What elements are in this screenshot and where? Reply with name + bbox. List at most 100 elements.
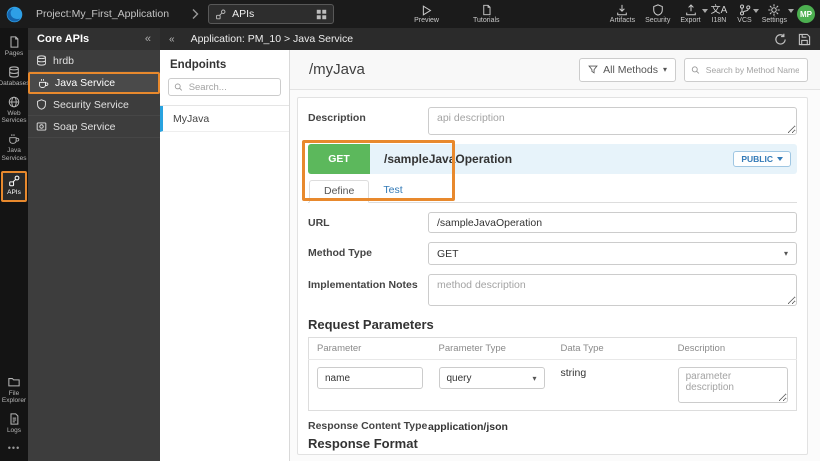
column-header-description: Description <box>669 337 797 360</box>
service-toolbar: /myJava All Methods ▾ <box>290 50 820 90</box>
shield-icon <box>652 4 663 16</box>
settings-button[interactable]: Settings <box>761 4 794 24</box>
api-icon <box>216 9 226 19</box>
url-row: URL <box>308 212 797 233</box>
apis-tab-label: APIs <box>232 8 255 20</box>
operation-path: /sampleJavaOperation <box>384 152 513 166</box>
preview-label: Preview <box>414 16 439 24</box>
sidebar-item-pages[interactable]: Pages <box>1 36 27 58</box>
collapse-panel-icon[interactable]: « <box>169 34 175 45</box>
method-type-row: Method Type GET ▾ <box>308 242 797 265</box>
search-icon <box>174 83 183 91</box>
security-button[interactable]: Security <box>645 4 670 24</box>
implementation-notes-textarea[interactable] <box>428 274 797 306</box>
collapse-panel-icon[interactable]: « <box>145 33 151 45</box>
artifacts-button[interactable]: Artifacts <box>610 4 635 24</box>
chevron-down-icon <box>752 9 759 13</box>
core-apis-header: Core APIs « <box>28 28 160 50</box>
main-content: /myJava All Methods ▾ Description <box>290 50 820 461</box>
operation-header-row[interactable]: GET /sampleJavaOperation PUBLIC <box>308 144 797 174</box>
export-button[interactable]: Export <box>680 4 708 24</box>
url-input[interactable] <box>428 212 797 233</box>
endpoints-search-box <box>168 78 281 96</box>
sidebar-item-web-services[interactable]: Web Services <box>1 96 27 126</box>
core-apis-panel: Core APIs « hrdb Java Service Security S… <box>28 28 160 461</box>
endpoint-list: MyJava <box>160 105 289 132</box>
service-detail-card: Description GET /sampleJavaOperation PUB… <box>297 97 808 455</box>
tab-define[interactable]: Define <box>309 180 370 203</box>
tutorials-button[interactable]: Tutorials <box>473 4 500 24</box>
sidebar-item-logs[interactable]: Logs <box>1 413 27 435</box>
column-header-data-type: Data Type <box>552 337 670 360</box>
table-row: query ▾ string <box>309 360 797 411</box>
vcs-button[interactable]: VCS <box>737 4 759 24</box>
grid-icon[interactable] <box>316 9 327 20</box>
parameter-name-input[interactable] <box>317 367 423 389</box>
breadcrumb: Application: PM_10 > Java Service <box>190 33 354 45</box>
core-api-item-soap-service[interactable]: Soap Service <box>28 116 160 138</box>
description-row: Description <box>308 107 797 135</box>
application-bar: « Application: PM_10 > Java Service <box>160 28 820 50</box>
user-avatar[interactable]: MP <box>797 5 815 23</box>
tab-test[interactable]: Test <box>369 180 416 202</box>
operation-tabs: Define Test <box>308 180 797 203</box>
response-content-type-row: Response Content Type application/json <box>308 420 797 433</box>
sidebar-item-databases[interactable]: Databases <box>0 66 30 88</box>
export-label: Export <box>680 17 701 24</box>
database-icon <box>37 55 46 66</box>
project-name[interactable]: Project:My_First_Application <box>36 8 169 20</box>
save-icon[interactable] <box>798 33 811 46</box>
endpoints-search-input[interactable] <box>186 80 275 94</box>
chevron-down-icon <box>788 9 794 13</box>
description-textarea[interactable] <box>428 107 797 135</box>
response-content-type-label: Response Content Type <box>308 420 428 432</box>
methods-filter-dropdown[interactable]: All Methods ▾ <box>579 57 676 82</box>
page-icon <box>10 36 19 48</box>
parameter-type-select[interactable]: query ▾ <box>438 367 545 389</box>
method-search-input[interactable] <box>703 63 801 76</box>
sidebar-item-apis[interactable]: APIs <box>1 170 27 202</box>
coffee-icon <box>9 134 20 144</box>
coffee-icon <box>39 78 49 88</box>
sidebar-item-java-services[interactable]: Java Services <box>1 133 27 163</box>
core-api-item-java-service[interactable]: Java Service <box>28 72 160 94</box>
core-api-item-hrdb[interactable]: hrdb <box>28 50 160 72</box>
i18n-button[interactable]: 文A I18N <box>711 5 728 24</box>
preview-button[interactable]: Preview <box>414 4 439 24</box>
vcs-label: VCS <box>737 17 752 24</box>
apis-workspace-tab[interactable]: APIs <box>208 4 335 24</box>
log-file-icon <box>10 413 19 425</box>
description-label: Description <box>308 112 366 124</box>
request-parameters-title: Request Parameters <box>308 317 434 332</box>
gear-icon <box>768 4 781 16</box>
funnel-icon <box>588 65 598 74</box>
api-icon <box>9 175 20 187</box>
endpoints-panel: Endpoints MyJava <box>160 50 290 461</box>
method-type-label: Method Type <box>308 247 372 259</box>
brand-logo[interactable] <box>0 6 28 23</box>
service-path-title: /myJava <box>309 61 365 78</box>
chevron-down-icon: ▾ <box>532 373 537 383</box>
chevron-down-icon: ▾ <box>783 249 788 258</box>
method-type-select[interactable]: GET ▾ <box>428 242 797 265</box>
endpoint-item-myjava[interactable]: MyJava <box>160 106 289 132</box>
security-label: Security <box>645 17 671 24</box>
sidebar-item-file-explorer[interactable]: File Explorer <box>1 376 27 406</box>
tutorials-label: Tutorials <box>472 17 500 24</box>
artifacts-label: Artifacts <box>609 17 636 24</box>
refresh-icon[interactable] <box>774 33 787 46</box>
settings-label: Settings <box>761 17 787 24</box>
folder-icon <box>8 377 20 386</box>
topbar-right-actions: Artifacts Security Export 文A I18N VCS Se… <box>610 4 820 24</box>
request-parameters-table: Parameter Parameter Type Data Type Descr… <box>308 337 797 411</box>
parameter-description-textarea[interactable] <box>677 367 788 403</box>
download-tray-icon <box>617 4 628 16</box>
method-badge: GET <box>308 144 370 174</box>
play-icon <box>422 4 432 16</box>
core-api-item-security-service[interactable]: Security Service <box>28 94 160 116</box>
i18n-label: I18N <box>711 16 727 24</box>
chevron-down-icon <box>701 9 708 13</box>
response-format-title: Response Format <box>308 436 418 451</box>
more-options-icon[interactable]: ••• <box>8 443 20 453</box>
access-level-button[interactable]: PUBLIC <box>733 151 791 167</box>
